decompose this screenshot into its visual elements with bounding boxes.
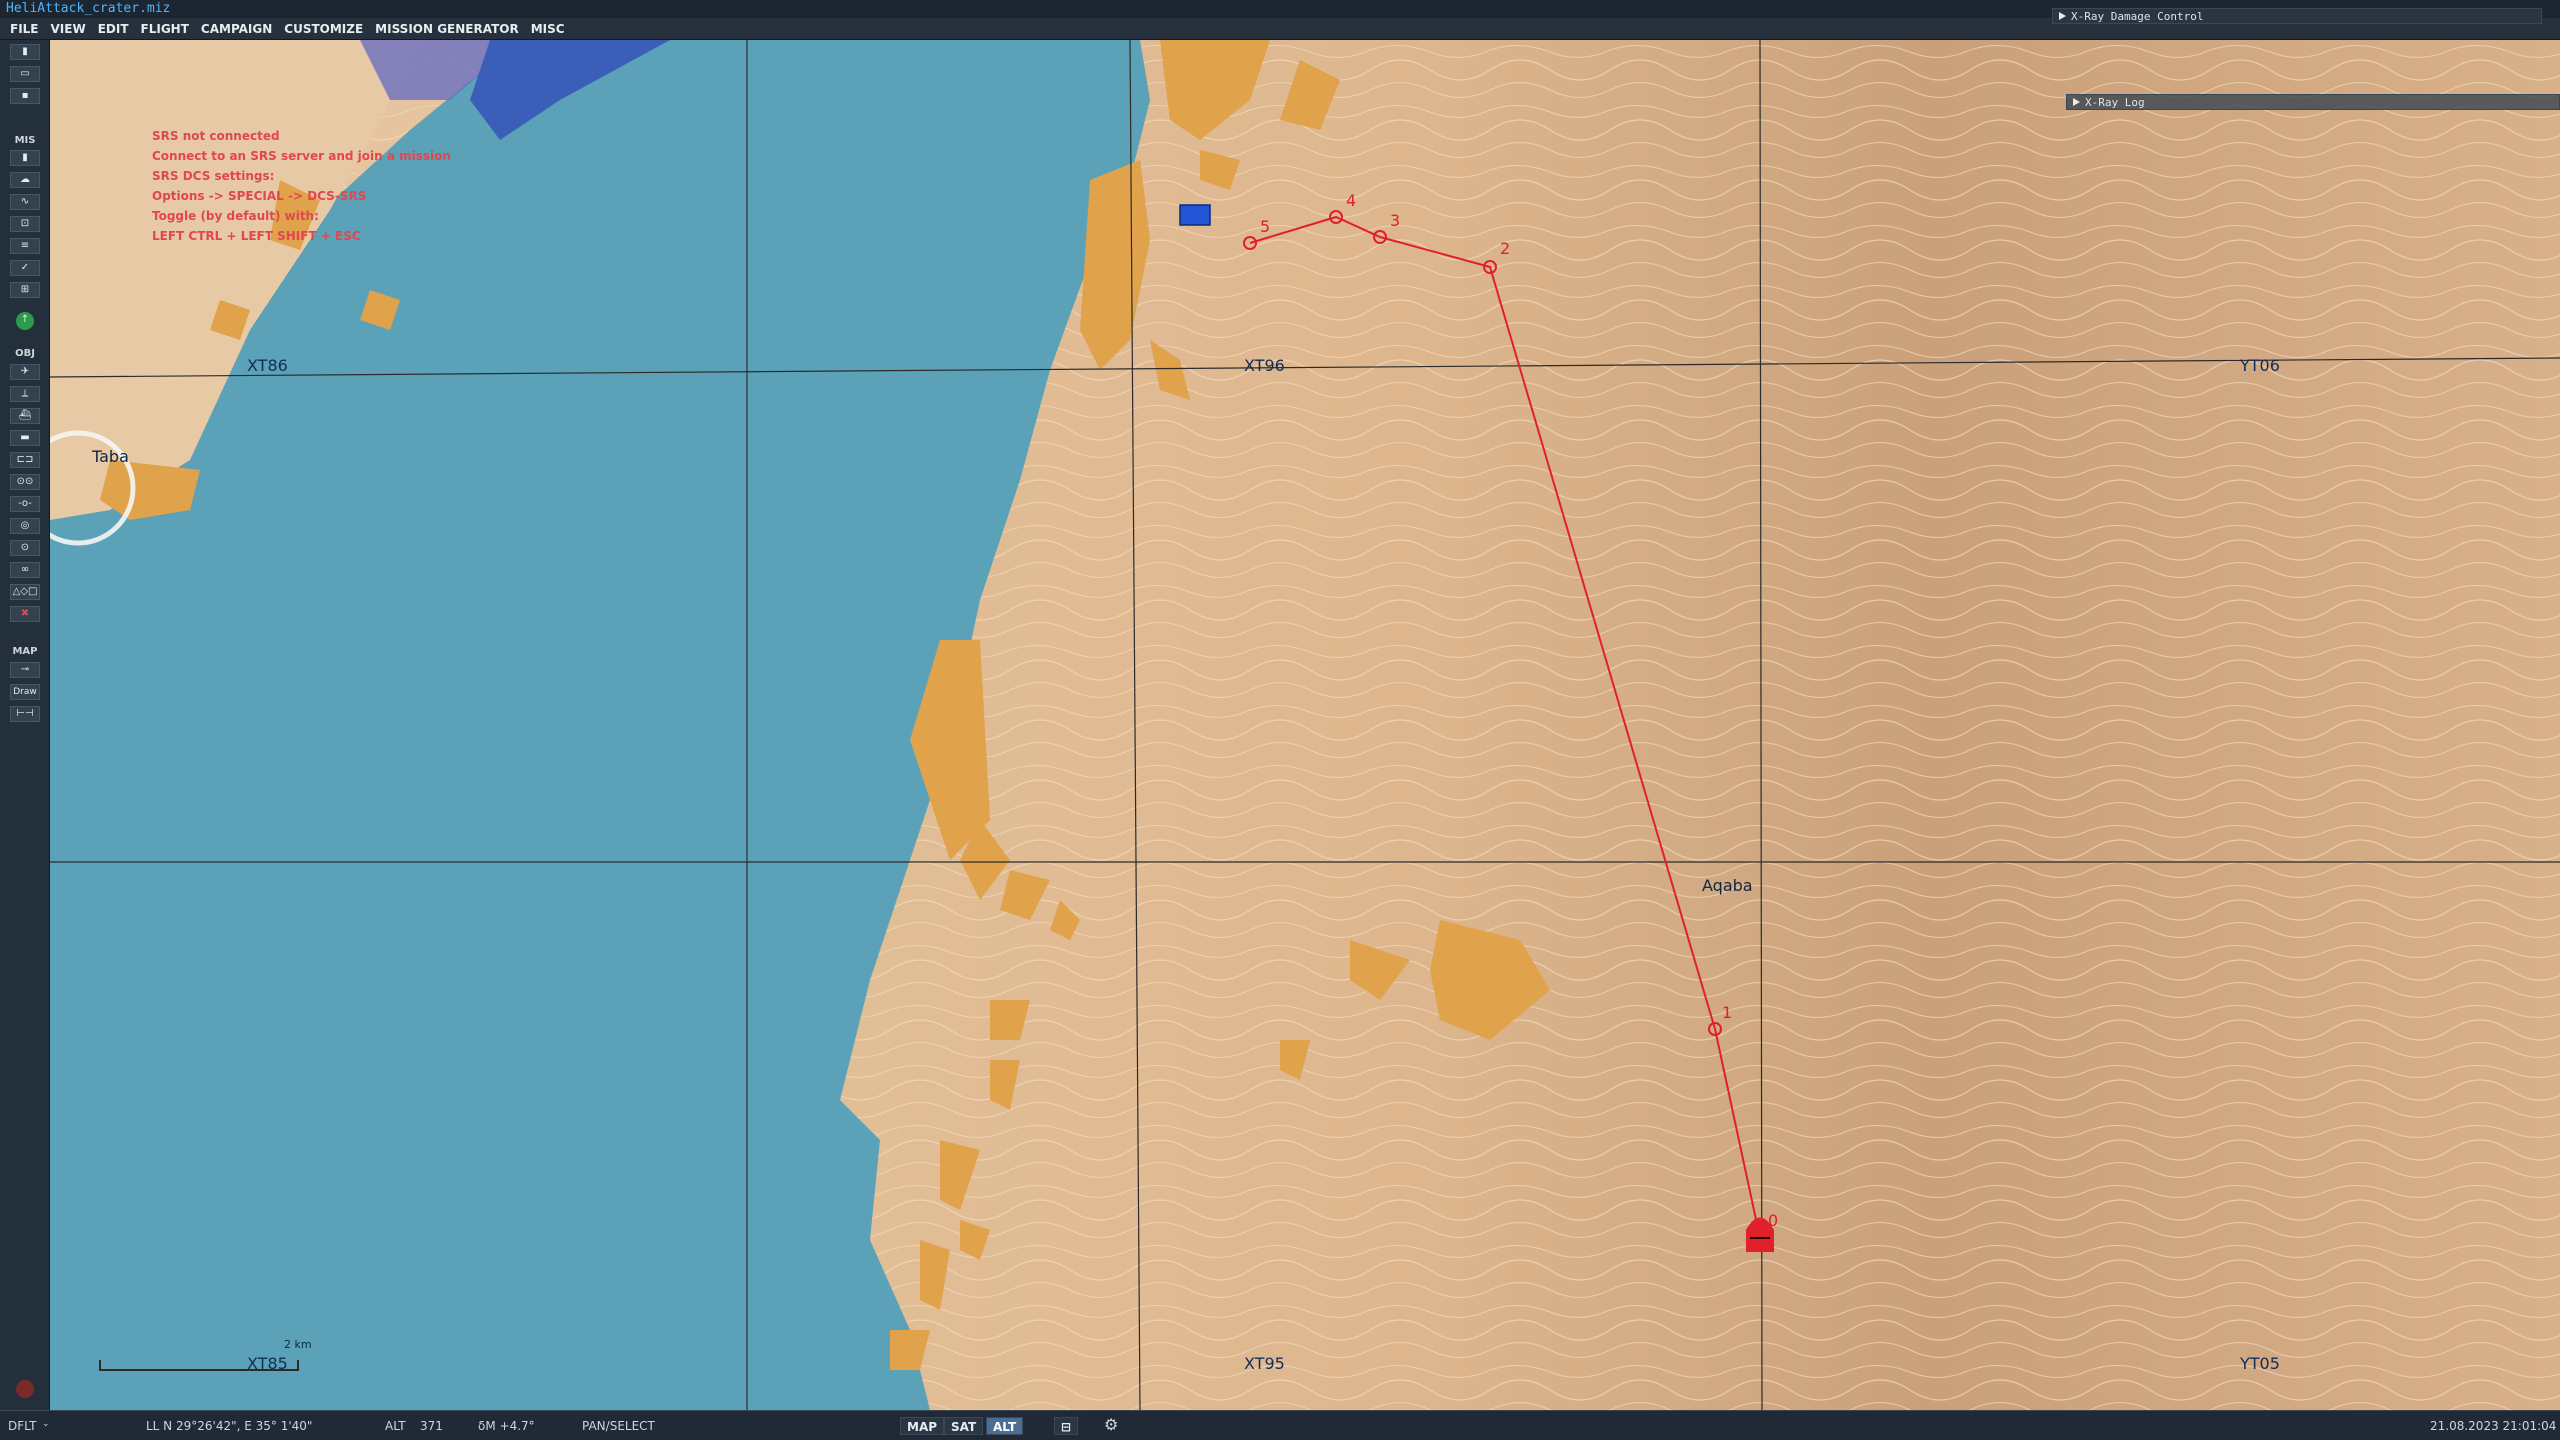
check-icon[interactable]: ✓ xyxy=(10,260,40,276)
status-ok-icon[interactable]: ↑ xyxy=(16,312,34,330)
helicopter-icon[interactable]: ⟂ xyxy=(10,386,40,402)
waypoint-2-label: 2 xyxy=(1500,239,1510,258)
expand-triangle-icon xyxy=(2059,12,2066,20)
grid-label-xt86: XT86 xyxy=(247,356,288,375)
alt-mode-button[interactable]: ALT xyxy=(986,1417,1024,1435)
chevron-down-icon[interactable]: ⌄ xyxy=(42,1419,50,1429)
grid-label-xt95: XT95 xyxy=(1244,1354,1285,1373)
convoy-icon[interactable]: ⊙⊙ xyxy=(10,474,40,490)
route-icon[interactable]: ∿ xyxy=(10,194,40,210)
srs-status-message: SRS not connected Connect to an SRS serv… xyxy=(152,126,451,246)
menu-campaign[interactable]: CAMPAIGN xyxy=(195,18,278,40)
menu-file[interactable]: FILE xyxy=(0,18,45,40)
briefing-icon[interactable]: ▮ xyxy=(10,150,40,166)
date-time: 21.08.2023 21:01:04 xyxy=(2430,1419,2557,1433)
alt-value: 371 xyxy=(420,1419,443,1433)
xray-damage-label: X-Ray Damage Control xyxy=(2071,10,2204,23)
profile-select[interactable]: DFLT xyxy=(8,1419,37,1433)
resources-icon[interactable]: ⊞ xyxy=(10,282,40,298)
xray-log-label: X-Ray Log xyxy=(2085,96,2145,109)
scale-label: 2 km xyxy=(284,1338,312,1351)
left-toolbar: ▮ ▭ ▪ MIS ▮ ☁ ∿ ⊡ ≡ ✓ ⊞ ↑ OBJ ✈ ⟂ ⛴ ▬ ⊏⊐… xyxy=(0,40,50,1410)
coordinates-readout: LL N 29°26'42", E 35° 1'40" xyxy=(146,1419,313,1433)
section-label-obj: OBJ xyxy=(15,348,35,359)
menu-mission-generator[interactable]: MISSION GENERATOR xyxy=(369,18,525,40)
template-icon[interactable]: -o- xyxy=(10,496,40,512)
zone-icon[interactable]: ◎ xyxy=(10,518,40,534)
place-label-taba: Taba xyxy=(92,447,129,466)
menu-misc[interactable]: MISC xyxy=(525,18,571,40)
waypoint-1-label: 1 xyxy=(1722,1003,1732,1022)
rules-icon[interactable]: ≡ xyxy=(10,238,40,254)
menu-edit[interactable]: EDIT xyxy=(92,18,135,40)
open-folder-icon[interactable]: ▭ xyxy=(10,66,40,82)
ruler-icon[interactable]: ⊢⊣ xyxy=(10,706,40,722)
point-icon[interactable]: ⊙ xyxy=(10,540,40,556)
srs-line: Options -> SPECIAL -> DCS-SRS xyxy=(152,189,367,203)
grid-label-yt06: YT06 xyxy=(2240,356,2280,375)
shapes-icon[interactable]: △◇□ xyxy=(10,584,40,600)
xray-damage-control-panel[interactable]: X-Ray Damage Control xyxy=(2052,8,2542,24)
friendly-unit-marker xyxy=(1179,204,1211,226)
record-icon[interactable] xyxy=(16,1380,34,1398)
srs-line: SRS DCS settings: xyxy=(152,169,275,183)
map-view[interactable]: 0 1 2 3 4 5 XT86 XT96 YT06 XT85 XT95 YT0… xyxy=(50,40,2560,1410)
srs-line: LEFT CTRL + LEFT SHIFT + ESC xyxy=(152,229,361,243)
grid-label-xt96: XT96 xyxy=(1244,356,1285,375)
vehicle-icon[interactable]: ▬ xyxy=(10,430,40,446)
mode-indicator: PAN/SELECT xyxy=(582,1419,655,1433)
section-label-mis: MIS xyxy=(14,135,36,146)
map-mode-button[interactable]: MAP xyxy=(900,1417,945,1435)
static-object-icon[interactable]: ⊏⊐ xyxy=(10,452,40,468)
waypoint-3-label: 3 xyxy=(1390,211,1400,230)
srs-line: SRS not connected xyxy=(152,129,280,143)
srs-line: Toggle (by default) with: xyxy=(152,209,319,223)
section-label-map: MAP xyxy=(12,646,38,657)
group-icon[interactable]: ∞ xyxy=(10,562,40,578)
alt-label: ALT xyxy=(385,1419,406,1433)
magnetic-variation: δM +4.7° xyxy=(478,1419,535,1433)
new-file-icon[interactable]: ▮ xyxy=(10,44,40,60)
draw-button[interactable]: Draw xyxy=(10,684,40,700)
layers-icon[interactable]: ⊟ xyxy=(1054,1417,1079,1435)
save-icon[interactable]: ▪ xyxy=(10,88,40,104)
status-bar: DFLT ⌄ LL N 29°26'42", E 35° 1'40" ALT 3… xyxy=(0,1410,2560,1440)
weather-icon[interactable]: ☁ xyxy=(10,172,40,188)
key-icon[interactable]: ⊸ xyxy=(10,662,40,678)
sat-mode-button[interactable]: SAT xyxy=(944,1417,984,1435)
expand-triangle-icon xyxy=(2073,98,2080,106)
ship-icon[interactable]: ⛴ xyxy=(10,408,40,424)
delete-icon[interactable]: ✖ xyxy=(10,606,40,622)
trigger-icon[interactable]: ⊡ xyxy=(10,216,40,232)
settings-gear-icon[interactable]: ⚙ xyxy=(1104,1415,1118,1434)
menu-flight[interactable]: FLIGHT xyxy=(135,18,195,40)
grid-label-xt85: XT85 xyxy=(247,1354,288,1373)
menu-customize[interactable]: CUSTOMIZE xyxy=(278,18,369,40)
xray-log-panel[interactable]: X-Ray Log xyxy=(2066,94,2560,110)
waypoint-4-label: 4 xyxy=(1346,191,1356,210)
waypoint-5-label: 5 xyxy=(1260,217,1270,236)
srs-line: Connect to an SRS server and join a miss… xyxy=(152,149,451,163)
plane-icon[interactable]: ✈ xyxy=(10,364,40,380)
menu-view[interactable]: VIEW xyxy=(45,18,92,40)
grid-label-yt05: YT05 xyxy=(2240,1354,2280,1373)
place-label-aqaba: Aqaba xyxy=(1702,876,1753,895)
